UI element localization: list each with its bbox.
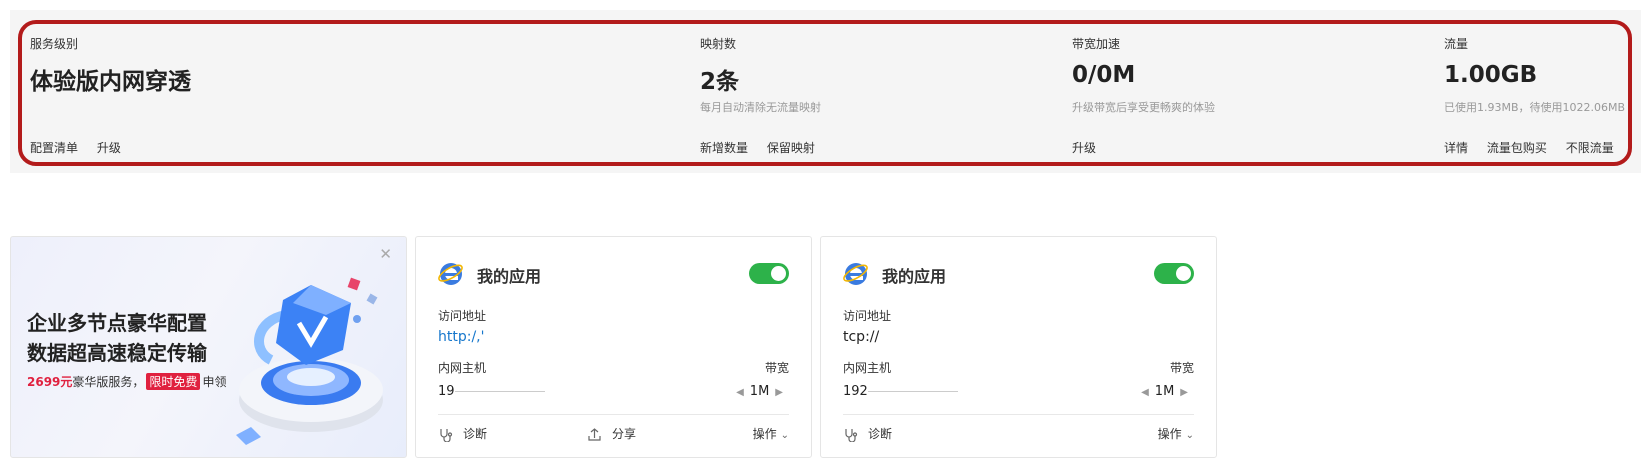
diagnose-button[interactable]: 诊断 bbox=[438, 425, 488, 443]
operations-label: 操作 bbox=[752, 427, 777, 441]
bandwidth-label: 带宽 bbox=[764, 361, 789, 375]
app-card: 我的应用 访问地址 http:/,' 内网主机 带宽 19 ◀ 1M ▶ 诊断 分享… bbox=[415, 236, 812, 458]
diagnose-label: 诊断 bbox=[868, 427, 893, 441]
promo-price: 2699元 bbox=[27, 375, 73, 389]
access-address-label: 访问地址 bbox=[843, 309, 892, 323]
divider bbox=[438, 414, 789, 415]
intranet-host-value: 192 bbox=[843, 384, 958, 399]
host-text: 192 bbox=[843, 384, 868, 399]
stethoscope-icon bbox=[440, 429, 453, 443]
promo-headline-2: 数据超高速稳定传输 bbox=[27, 341, 207, 365]
promo-offer: 2699元豪华版服务， 限时免费 申领 bbox=[27, 373, 226, 390]
diagnose-label: 诊断 bbox=[463, 427, 488, 441]
ie-browser-icon bbox=[438, 263, 463, 285]
chevron-left-icon[interactable]: ◀ bbox=[1141, 387, 1149, 398]
bandwidth-value: 1M bbox=[749, 384, 770, 399]
access-address-value[interactable]: tcp:// bbox=[843, 329, 879, 345]
divider bbox=[843, 414, 1194, 415]
intranet-host-label: 内网主机 bbox=[438, 361, 487, 375]
app-title: 我的应用 bbox=[477, 267, 542, 286]
chevron-left-icon[interactable]: ◀ bbox=[736, 387, 744, 398]
operations-dropdown[interactable]: 操作 ⌄ bbox=[753, 425, 789, 442]
promo-badge: 限时免费 bbox=[146, 373, 201, 390]
stethoscope-icon bbox=[845, 429, 858, 443]
app-enable-toggle[interactable] bbox=[1154, 263, 1194, 284]
redacted-mask bbox=[454, 391, 545, 392]
chevron-right-icon[interactable]: ▶ bbox=[1180, 387, 1188, 398]
ie-browser-icon bbox=[843, 263, 868, 285]
host-text: 19 bbox=[438, 384, 455, 399]
bandwidth-stepper[interactable]: ◀ 1M ▶ bbox=[1135, 384, 1194, 399]
share-label: 分享 bbox=[612, 427, 637, 441]
upload-icon bbox=[588, 428, 601, 441]
chevron-down-icon: ⌄ bbox=[780, 430, 789, 441]
diagnose-button[interactable]: 诊断 bbox=[843, 425, 893, 443]
bandwidth-stepper[interactable]: ◀ 1M ▶ bbox=[730, 384, 789, 399]
app-card: 我的应用 访问地址 tcp:// 内网主机 带宽 192 ◀ 1M ▶ 诊断 操作 ⌄ bbox=[820, 236, 1217, 458]
promo-illustration bbox=[236, 277, 383, 445]
bandwidth-label: 带宽 bbox=[1169, 361, 1194, 375]
access-address-link[interactable]: http:/,' bbox=[438, 329, 484, 345]
promo-headline-1: 企业多节点豪华配置 bbox=[27, 311, 207, 335]
promo-text: 豪华版服务， bbox=[72, 375, 145, 389]
chevron-down-icon: ⌄ bbox=[1185, 430, 1194, 441]
chevron-right-icon[interactable]: ▶ bbox=[775, 387, 783, 398]
intranet-host-label: 内网主机 bbox=[843, 361, 892, 375]
promo-banner[interactable]: ✕ 企业多节点豪华配置 数据超高速稳定传输 2699元豪华版服务， 限时免费 申领 bbox=[10, 236, 407, 458]
toggle-knob bbox=[1176, 266, 1191, 281]
bandwidth-value: 1M bbox=[1154, 384, 1175, 399]
access-address-label: 访问地址 bbox=[438, 309, 487, 323]
app-enable-toggle[interactable] bbox=[749, 263, 789, 284]
intranet-host-value: 19 bbox=[438, 384, 545, 399]
highlight-annotation bbox=[18, 20, 1632, 166]
share-button[interactable]: 分享 bbox=[587, 425, 636, 442]
promo-suffix: 申领 bbox=[202, 375, 227, 389]
operations-dropdown[interactable]: 操作 ⌄ bbox=[1158, 425, 1194, 442]
redacted-mask bbox=[867, 391, 958, 392]
toggle-knob bbox=[771, 266, 786, 281]
app-title: 我的应用 bbox=[882, 267, 947, 286]
operations-label: 操作 bbox=[1157, 427, 1182, 441]
